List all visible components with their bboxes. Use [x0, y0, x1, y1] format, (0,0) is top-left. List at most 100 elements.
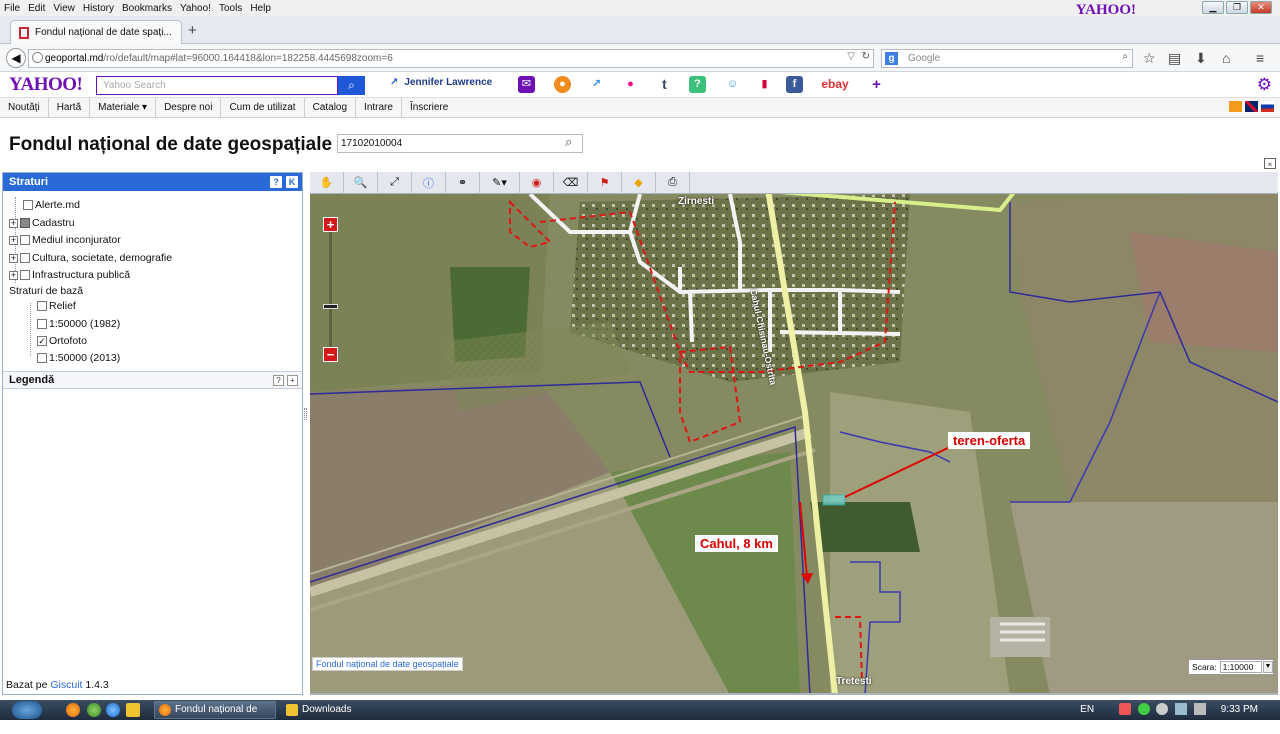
panel-splitter[interactable]	[304, 408, 307, 420]
nav-how-to-use[interactable]: Cum de utilizat	[221, 97, 305, 118]
sports-icon[interactable]: ●	[554, 76, 571, 93]
print-icon[interactable]: ⎙	[656, 172, 690, 194]
base-layer-checkbox[interactable]	[37, 301, 47, 311]
browser-search-input[interactable]: g Google ⌕	[881, 49, 1133, 68]
base-layer-1982[interactable]: 1:50000 (1982)	[37, 316, 120, 332]
expand-icon[interactable]: +	[9, 235, 18, 245]
nav-catalog[interactable]: Catalog	[305, 97, 357, 118]
folder-icon[interactable]	[126, 703, 140, 717]
menu-yahoo[interactable]: Yahoo!	[180, 3, 211, 14]
nav-news[interactable]: Noutăți	[0, 97, 49, 118]
base-layer-relief[interactable]: Relief	[37, 298, 76, 314]
gear-icon[interactable]: ⚙	[1257, 75, 1272, 95]
flickr-icon[interactable]: ●	[622, 76, 639, 93]
home-icon[interactable]: ⌂	[1222, 50, 1230, 66]
menu-bookmarks[interactable]: Bookmarks	[122, 3, 172, 14]
zoom-slider-track[interactable]	[329, 232, 332, 347]
nav-materials[interactable]: Materiale ▾	[90, 97, 157, 118]
layer-checkbox[interactable]	[20, 270, 30, 280]
yahoo-search-input[interactable]: Yahoo Search	[96, 76, 338, 95]
downloads-icon[interactable]: ⬇	[1195, 50, 1207, 67]
zoom-box-icon[interactable]: 🔍	[344, 172, 378, 194]
tray-app-icon[interactable]	[1137, 703, 1150, 716]
new-tab-button[interactable]: +	[188, 22, 197, 39]
menu-help[interactable]: Help	[250, 3, 271, 14]
record-point-icon[interactable]: ◉	[520, 172, 554, 194]
task-firefox-window[interactable]: Fondul național de da...	[154, 701, 276, 731]
layers-help-button[interactable]: ?	[270, 176, 282, 188]
cadastral-search-input[interactable]: 17102010004	[337, 134, 583, 153]
layer-checkbox[interactable]	[20, 235, 30, 245]
messenger-icon[interactable]: ☺	[724, 76, 741, 93]
expand-icon[interactable]: +	[9, 253, 18, 263]
base-layer-2013[interactable]: 1:50000 (2013)	[37, 350, 120, 366]
erase-icon[interactable]: ⌫	[554, 172, 588, 194]
pan-hand-icon[interactable]: ✋	[310, 172, 344, 194]
map-view[interactable]: ✋ 🔍 ⤢ ⓘ ⚭ ✎▾ ◉ ⌫ ⚑ ◆ ⎙ + − Zirnesti Cahu…	[310, 172, 1278, 695]
search-icon[interactable]: ⌕	[565, 134, 572, 150]
legend-expand-button[interactable]: +	[287, 375, 298, 386]
zoom-extent-icon[interactable]: ⤢	[378, 172, 412, 194]
layer-item-cadastru[interactable]: + Cadastru	[9, 215, 75, 231]
answers-icon[interactable]: ?	[689, 76, 706, 93]
mail-icon[interactable]: ✉	[518, 76, 535, 93]
tab-geoportal[interactable]: Fondul național de date spați...	[10, 20, 182, 44]
chevron-down-icon[interactable]: ▼	[1262, 661, 1273, 673]
flag-icon[interactable]: ⚑	[588, 172, 622, 194]
expand-icon[interactable]: +	[9, 218, 18, 228]
start-button[interactable]	[12, 701, 42, 719]
menu-icon[interactable]: ≡	[1256, 50, 1264, 66]
volume-icon[interactable]	[1193, 703, 1206, 716]
reload-icon[interactable]: ↻	[862, 51, 870, 62]
scale-value[interactable]: 1:10000	[1219, 661, 1262, 673]
rss-icon[interactable]	[1229, 101, 1242, 112]
flag-ru-icon[interactable]	[1261, 101, 1274, 112]
language-indicator[interactable]: EN	[1080, 704, 1094, 715]
tumblr-icon[interactable]: t	[656, 76, 673, 93]
measure-icon[interactable]: ✎▾	[480, 172, 520, 194]
minimize-button[interactable]: ▁	[1202, 1, 1224, 14]
tray-app-icon[interactable]	[1156, 703, 1169, 716]
menu-file[interactable]: File	[4, 3, 20, 14]
route-icon[interactable]: ◆	[622, 172, 656, 194]
menu-edit[interactable]: Edit	[28, 3, 45, 14]
app-green-icon[interactable]	[87, 703, 101, 717]
menu-history[interactable]: History	[83, 3, 114, 14]
tray-app-icon[interactable]	[1118, 703, 1131, 716]
nav-login[interactable]: Intrare	[356, 97, 402, 118]
finance-icon[interactable]: ↗	[588, 76, 605, 93]
base-layer-checkbox[interactable]: ✓	[37, 336, 47, 346]
chevron-down-icon[interactable]: ▽	[847, 51, 855, 62]
layer-checkbox[interactable]	[20, 218, 30, 228]
search-icon[interactable]: ⌕	[1122, 51, 1128, 62]
back-button[interactable]: ◀	[6, 48, 26, 68]
base-layer-ortofoto[interactable]: ✓ Ortofoto	[37, 333, 87, 349]
flag-en-icon[interactable]	[1245, 101, 1258, 112]
layer-item-alerte[interactable]: Alerte.md	[23, 197, 80, 213]
info-icon[interactable]: ⓘ	[412, 172, 446, 194]
yahoo-search-button[interactable]: ⌕	[338, 76, 365, 95]
nav-register[interactable]: Înscriere	[402, 98, 456, 118]
base-layer-checkbox[interactable]	[37, 353, 47, 363]
layers-collapse-button[interactable]: K	[286, 176, 298, 188]
task-downloads-window[interactable]: Downloads	[281, 701, 403, 719]
legend-header[interactable]: Legendă ? +	[3, 371, 302, 389]
url-bar[interactable]: geoportal.md/ro/default/map#lat=96000.16…	[28, 49, 874, 68]
collapse-header-icon[interactable]: ⌅	[1264, 158, 1276, 169]
zoom-in-button[interactable]: +	[323, 217, 338, 232]
internet-explorer-icon[interactable]	[106, 703, 120, 717]
ebay-icon[interactable]: ebay	[818, 76, 852, 93]
menu-tools[interactable]: Tools	[219, 3, 242, 14]
yahoo-logo[interactable]: YAHOO!	[9, 74, 83, 96]
add-app-icon[interactable]: +	[868, 76, 885, 93]
legend-help-button[interactable]: ?	[273, 375, 284, 386]
layer-item-cultura[interactable]: + Cultura, societate, demografie	[9, 250, 172, 266]
trending-item[interactable]: ↗ Jennifer Lawrence	[390, 77, 492, 88]
layer-item-mediul[interactable]: + Mediul inconjurator	[9, 232, 121, 248]
firefox-icon[interactable]	[66, 703, 80, 717]
network-icon[interactable]	[1175, 703, 1188, 716]
base-layer-checkbox[interactable]	[37, 319, 47, 329]
scale-selector[interactable]: Scara: 1:10000 ▼	[1188, 659, 1274, 675]
clock[interactable]: 9:33 PM	[1221, 704, 1258, 715]
bookmark-star-icon[interactable]: ☆	[1143, 50, 1156, 67]
